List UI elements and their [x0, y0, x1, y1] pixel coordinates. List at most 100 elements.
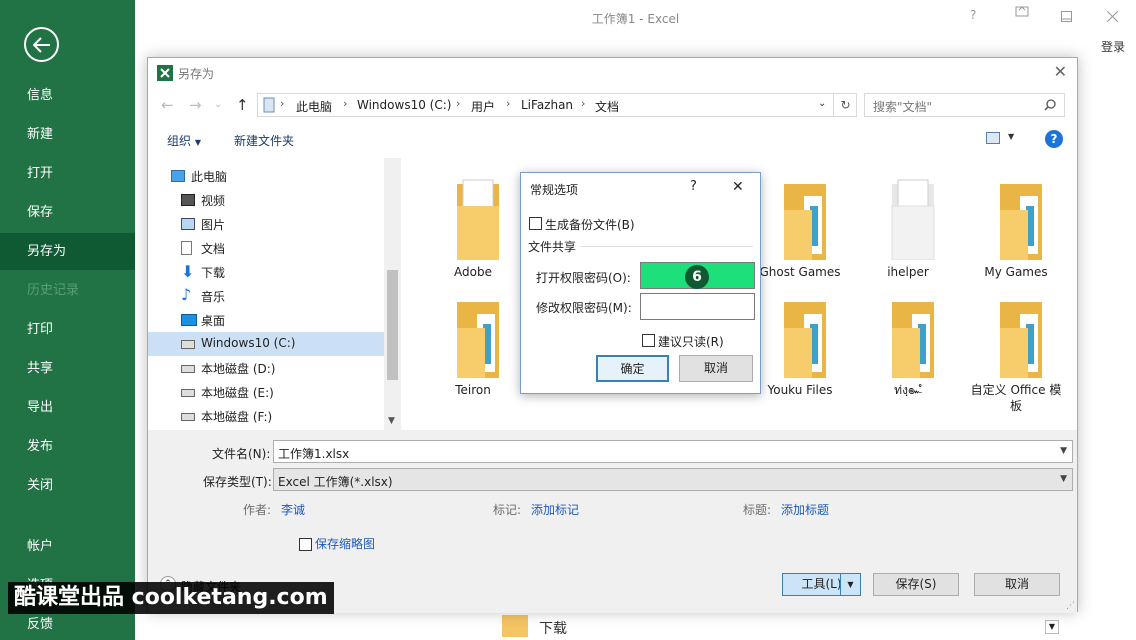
backstage-open[interactable]: 打开 [0, 155, 135, 192]
backstage-close[interactable]: 关闭 [0, 467, 135, 504]
search-input[interactable]: 搜索"文档" [864, 93, 1065, 117]
save-button[interactable]: 保存(S) [873, 573, 959, 596]
breadcrumb-separator-icon[interactable]: › [506, 97, 510, 110]
back-icon[interactable]: ← [161, 96, 174, 114]
nav-item-desktop[interactable]: 桌面 [148, 308, 384, 332]
recent-chevron-icon[interactable]: ⌄ [214, 99, 222, 110]
nav-item-documents[interactable]: 文档 [148, 236, 384, 260]
backstage-export[interactable]: 导出 [0, 389, 135, 426]
folder-label: Ghost Games [759, 265, 841, 279]
folder-label: Adobe [454, 265, 492, 279]
backstage-save-as[interactable]: 另存为 [0, 233, 135, 270]
nav-scroll-thumb[interactable] [387, 270, 398, 380]
backstage-save[interactable]: 保存 [0, 194, 135, 231]
readonly-label[interactable]: 建议只读(R) [658, 333, 724, 350]
folder-item[interactable]: Youku Files [752, 294, 848, 404]
backstage-info[interactable]: 信息 [0, 77, 135, 114]
nav-item-videos[interactable]: 视频 [148, 188, 384, 212]
folder-item[interactable]: Ghost Games [752, 176, 848, 286]
close-window-icon[interactable] [1106, 10, 1119, 26]
help-icon[interactable]: ? [1045, 130, 1063, 148]
backstage-account[interactable]: 帐户 [0, 528, 135, 565]
backstage-share[interactable]: 共享 [0, 350, 135, 387]
backstage-publish[interactable]: 发布 [0, 428, 135, 465]
nav-item-pictures[interactable]: 图片 [148, 212, 384, 236]
folder-icon [1000, 184, 1042, 260]
folder-item[interactable]: Adobe [425, 176, 521, 286]
scroll-down-icon[interactable]: ▼ [1045, 620, 1059, 634]
drive-icon [181, 413, 195, 421]
breadcrumb-separator-icon[interactable]: › [280, 97, 284, 110]
breadcrumb-this-pc[interactable]: 此电脑 [296, 98, 332, 115]
video-icon [181, 194, 195, 206]
close-icon[interactable]: ✕ [1054, 62, 1067, 81]
add-title-link[interactable]: 添加标题 [781, 501, 829, 518]
breadcrumb-separator-icon[interactable]: › [581, 97, 585, 110]
breadcrumb-documents[interactable]: 文档 [595, 98, 619, 115]
maximize-icon[interactable] [1061, 10, 1072, 26]
backstage-print[interactable]: 打印 [0, 311, 135, 348]
address-dropdown-icon[interactable]: ⌄ [818, 98, 826, 109]
backup-checkbox[interactable] [529, 217, 542, 230]
breadcrumb-separator-icon[interactable]: › [343, 97, 347, 110]
folder-item[interactable]: ihelper [860, 176, 956, 286]
resize-grip-icon[interactable]: ⋰ [1066, 601, 1075, 611]
forward-icon[interactable]: → [189, 96, 202, 114]
breadcrumb-users[interactable]: 用户 [471, 98, 495, 115]
back-button[interactable] [24, 27, 59, 62]
tools-button[interactable]: 工具(L) ▼ [782, 573, 861, 596]
page-scrollbar[interactable] [1124, 60, 1136, 640]
thumbnail-label[interactable]: 保存缩略图 [315, 535, 375, 552]
search-icon[interactable] [1044, 99, 1056, 111]
help-icon[interactable]: ? [690, 179, 697, 194]
organize-menu[interactable]: 组织 ▼ [167, 132, 201, 149]
folder-item[interactable]: 自定义 Office 模板 [968, 294, 1064, 413]
filename-input[interactable]: 工作簿1.xlsx ▼ [273, 440, 1073, 463]
nav-item-drive-e[interactable]: 本地磁盘 (E:) [148, 380, 384, 404]
ribbon-display-icon[interactable] [1015, 4, 1029, 22]
refresh-icon[interactable]: ↻ [833, 94, 857, 116]
open-password-input[interactable]: 6 [640, 262, 755, 289]
backup-label[interactable]: 生成备份文件(B) [545, 216, 635, 233]
login-link[interactable]: 登录 [1101, 38, 1125, 55]
folder-item[interactable]: ท่งฺ๛ํ [860, 294, 956, 404]
filetype-select[interactable]: Excel 工作簿(*.xlsx) ▼ [273, 468, 1073, 491]
cancel-button[interactable]: 取消 [679, 355, 753, 382]
background-file-label[interactable]: 下载 [539, 618, 567, 638]
backstage-new[interactable]: 新建 [0, 116, 135, 153]
folder-item[interactable]: My Games [968, 176, 1064, 286]
breadcrumb-user[interactable]: LiFazhan [521, 98, 573, 112]
nav-item-this-pc[interactable]: 此电脑 [138, 164, 374, 188]
view-options-icon[interactable] [986, 132, 1000, 144]
nav-scrollbar[interactable] [384, 158, 401, 430]
nav-item-music[interactable]: ♪ 音乐 [148, 284, 384, 308]
view-chevron-icon[interactable]: ▼ [1008, 132, 1014, 141]
nav-item-drive-d[interactable]: 本地磁盘 (D:) [148, 356, 384, 380]
general-options-title: 常规选项 [530, 183, 579, 197]
close-icon[interactable]: ✕ [732, 179, 744, 195]
readonly-checkbox[interactable] [642, 334, 655, 347]
new-folder-button[interactable]: 新建文件夹 [234, 132, 294, 149]
breadcrumb-drive[interactable]: Windows10 (C:) [357, 98, 451, 112]
up-icon[interactable]: ↑ [236, 96, 249, 114]
help-icon[interactable]: ? [970, 8, 976, 22]
filetype-value: Excel 工作簿(*.xlsx) [278, 475, 393, 489]
chevron-down-icon[interactable]: ▼ [1060, 474, 1067, 484]
ok-button[interactable]: 确定 [596, 355, 669, 382]
address-bar[interactable]: › 此电脑 › Windows10 (C:) › 用户 › LiFazhan ›… [257, 93, 857, 117]
scroll-down-icon[interactable]: ▼ [388, 416, 395, 426]
tools-dropdown-icon[interactable]: ▼ [840, 574, 860, 595]
backstage-history: 历史记录 [27, 283, 80, 298]
folder-item[interactable]: Teiron [425, 294, 521, 404]
author-value[interactable]: 李诚 [281, 501, 305, 518]
chevron-down-icon[interactable]: ▼ [1060, 446, 1067, 456]
breadcrumb-separator-icon[interactable]: › [456, 97, 460, 110]
nav-item-drive-f[interactable]: 本地磁盘 (F:) [148, 404, 384, 428]
thumbnail-checkbox[interactable] [299, 538, 312, 551]
modify-password-input[interactable] [640, 293, 755, 320]
nav-item-downloads[interactable]: ⬇ 下载 [148, 260, 384, 284]
cancel-button[interactable]: 取消 [974, 573, 1060, 596]
nav-label: 音乐 [201, 290, 226, 304]
add-tags-link[interactable]: 添加标记 [531, 501, 579, 518]
nav-item-drive-c[interactable]: Windows10 (C:) [148, 332, 384, 356]
